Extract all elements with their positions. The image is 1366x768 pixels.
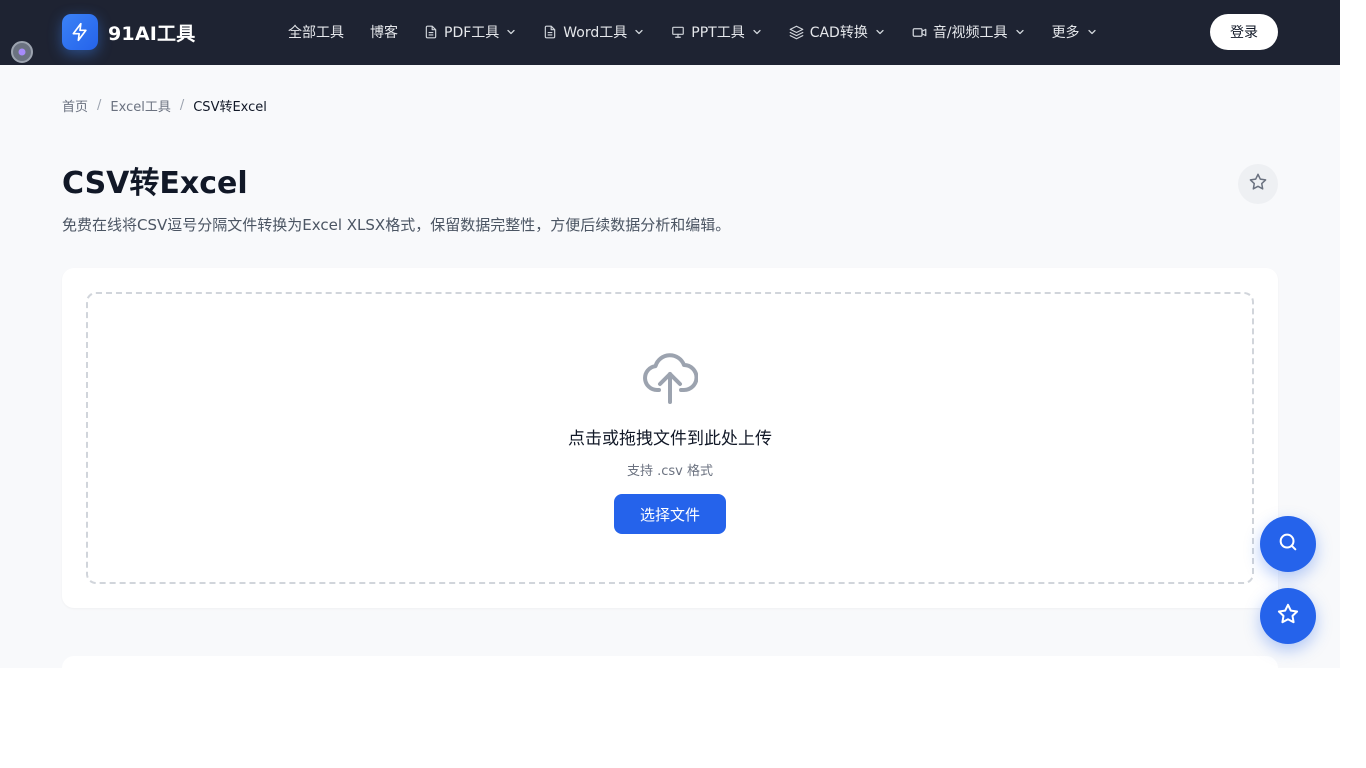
nav-av-tools[interactable]: 音/视频工具 — [912, 22, 1026, 42]
cloud-upload-icon — [642, 346, 699, 410]
floating-favorite-button[interactable] — [1260, 588, 1316, 644]
search-icon — [1277, 531, 1299, 557]
page-viewport: 91AI工具 全部工具 博客 PDF工具 Word工具 PPT工具 CAD转换 … — [0, 0, 1340, 668]
top-navbar: 91AI工具 全部工具 博客 PDF工具 Word工具 PPT工具 CAD转换 … — [0, 0, 1340, 65]
main-nav: 全部工具 博客 PDF工具 Word工具 PPT工具 CAD转换 音/视频工具 … — [288, 20, 1124, 44]
nav-pdf-tools[interactable]: PDF工具 — [424, 22, 517, 42]
chevron-down-icon — [751, 26, 763, 38]
nav-label: Word工具 — [563, 25, 628, 41]
upload-instruction: 点击或拖拽文件到此处上传 — [568, 429, 772, 449]
nav-blog[interactable]: 博客 — [370, 22, 398, 42]
layers-icon — [789, 25, 804, 40]
login-button[interactable]: 登录 — [1210, 14, 1278, 50]
nav-label: 全部工具 — [288, 25, 344, 41]
breadcrumb-home[interactable]: 首页 — [62, 96, 88, 115]
nav-label: 更多 — [1051, 25, 1080, 41]
breadcrumb-current: CSV转Excel — [193, 100, 267, 115]
star-icon — [1248, 172, 1268, 196]
nav-label: PDF工具 — [444, 25, 500, 41]
chevron-down-icon — [874, 26, 886, 38]
breadcrumb-excel-tools[interactable]: Excel工具 — [110, 96, 170, 115]
nav-more[interactable]: 更多 — [1052, 22, 1098, 42]
choose-file-button[interactable]: 选择文件 — [614, 494, 726, 534]
nav-word-tools[interactable]: Word工具 — [543, 22, 645, 42]
breadcrumb-separator: / — [97, 98, 102, 113]
star-icon — [1276, 602, 1300, 630]
nav-label: 博客 — [370, 25, 398, 41]
video-camera-icon — [912, 25, 927, 40]
breadcrumb-separator: / — [179, 98, 185, 113]
chevron-down-icon — [1014, 26, 1026, 38]
floating-search-button[interactable] — [1260, 516, 1316, 572]
breadcrumb: 首页 / Excel工具 / CSV转Excel — [62, 96, 267, 115]
supported-format-hint: 支持 .csv 格式 — [626, 464, 713, 479]
site-logo[interactable]: 91AI工具 — [62, 14, 195, 50]
chevron-down-icon — [1086, 26, 1098, 38]
site-name: 91AI工具 — [108, 22, 196, 45]
nav-label: 音/视频工具 — [932, 25, 1008, 41]
extension-badge-icon[interactable] — [11, 41, 33, 63]
document-icon — [543, 25, 557, 39]
page-title: CSV转Excel — [62, 166, 248, 201]
document-icon — [424, 25, 438, 39]
lightning-icon — [62, 14, 98, 50]
nav-label: CAD转换 — [809, 25, 868, 41]
chevron-down-icon — [633, 26, 645, 38]
nav-label: PPT工具 — [691, 25, 745, 41]
secondary-card — [62, 656, 1278, 668]
favorite-button[interactable] — [1238, 164, 1278, 204]
nav-all-tools[interactable]: 全部工具 — [288, 22, 344, 42]
nav-cad-convert[interactable]: CAD转换 — [789, 22, 886, 42]
file-dropzone[interactable]: 点击或拖拽文件到此处上传 支持 .csv 格式 选择文件 — [86, 292, 1254, 584]
page-description: 免费在线将CSV逗号分隔文件转换为Excel XLSX格式，保留数据完整性，方便… — [62, 216, 731, 234]
nav-ppt-tools[interactable]: PPT工具 — [671, 22, 762, 42]
chevron-down-icon — [505, 26, 517, 38]
upload-card: 点击或拖拽文件到此处上传 支持 .csv 格式 选择文件 — [62, 268, 1278, 608]
presentation-icon — [671, 25, 685, 39]
